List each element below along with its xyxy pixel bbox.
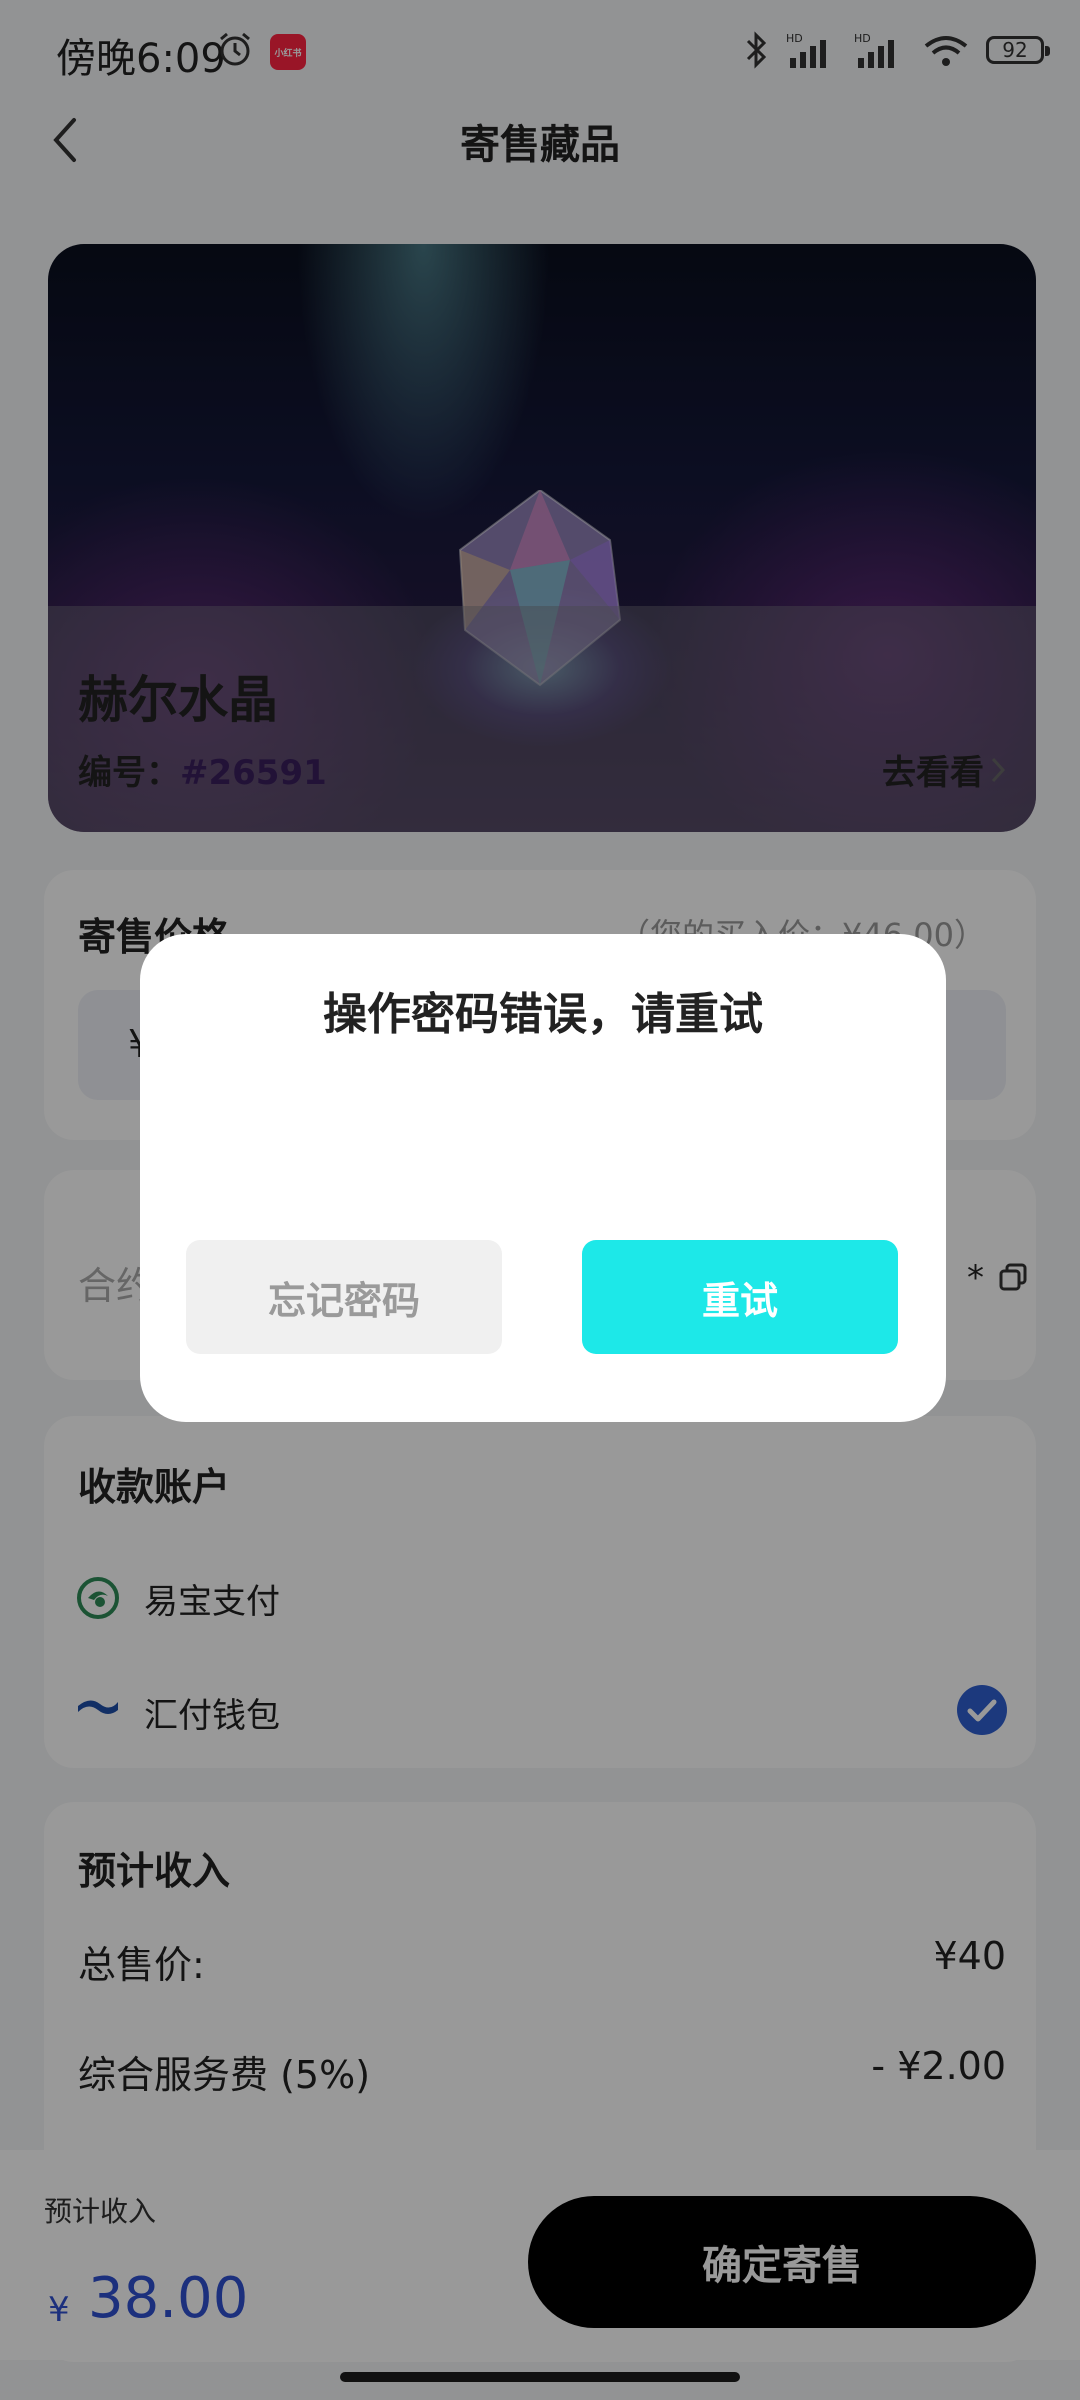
home-indicator[interactable]	[340, 2372, 740, 2382]
retry-button[interactable]: 重试	[582, 1240, 898, 1354]
dialog-title: 操作密码错误，请重试	[323, 989, 763, 1040]
forgot-password-button[interactable]: 忘记密码	[186, 1240, 502, 1354]
